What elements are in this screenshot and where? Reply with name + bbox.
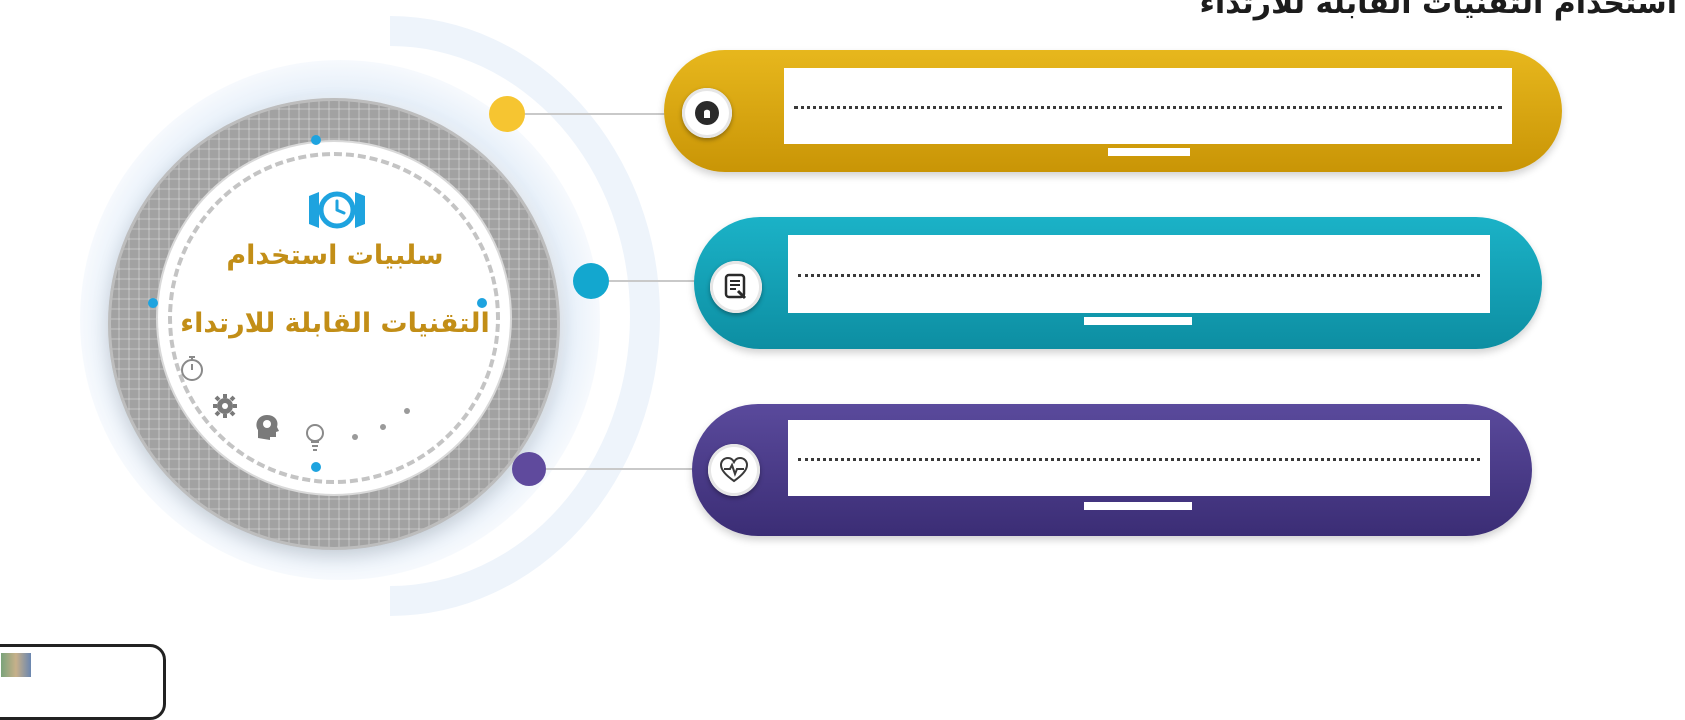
hub-node-top bbox=[311, 135, 321, 145]
decor-dot bbox=[380, 424, 386, 430]
row-3-dotted-line bbox=[798, 458, 1480, 461]
row-2-dotted-line bbox=[798, 274, 1480, 277]
heartbeat-icon bbox=[719, 456, 749, 483]
row-2-icon bbox=[710, 261, 762, 313]
row-2-answer-field[interactable] bbox=[788, 235, 1490, 313]
row-1-dotted-line bbox=[794, 106, 1502, 109]
bottom-thumbnail-widget[interactable] bbox=[0, 644, 166, 720]
row-1-bar bbox=[664, 50, 1562, 172]
hub-node-bottom bbox=[311, 462, 321, 472]
row-3-icon bbox=[708, 444, 760, 496]
lightbulb-icon bbox=[306, 424, 324, 451]
row-1-icon bbox=[682, 88, 732, 138]
row-2-dot bbox=[573, 263, 609, 299]
row-3-dot bbox=[512, 452, 546, 486]
thumbnail-image bbox=[1, 653, 31, 677]
row-1-answer-field[interactable] bbox=[784, 68, 1512, 144]
gear-icon bbox=[213, 394, 237, 418]
head-gear-icon bbox=[256, 415, 279, 440]
row-3-answer-field[interactable] bbox=[788, 420, 1490, 496]
hub-title-line2: التقنيات القابلة للارتداء bbox=[180, 308, 490, 339]
row-3-connector bbox=[546, 468, 716, 470]
mouse-icon bbox=[695, 101, 719, 125]
decor-dot bbox=[352, 434, 358, 440]
row-1-tab bbox=[1108, 148, 1190, 156]
hub-node-left bbox=[148, 298, 158, 308]
row-2-tab bbox=[1084, 317, 1192, 325]
row-1-connector bbox=[525, 113, 685, 115]
hub-title-line1: سلبيات استخدام bbox=[226, 240, 444, 271]
document-icon bbox=[724, 273, 747, 300]
decor-dot bbox=[404, 408, 410, 414]
hub-node-right bbox=[477, 298, 487, 308]
smartwatch-icon bbox=[309, 191, 365, 229]
page-heading: استخدام التقنيات القابلة للارتداء bbox=[1199, 0, 1677, 21]
row-2-bar bbox=[694, 217, 1542, 349]
row-3-tab bbox=[1084, 502, 1192, 510]
row-3-bar bbox=[692, 404, 1532, 536]
stopwatch-icon bbox=[181, 356, 203, 381]
row-1-dot bbox=[489, 96, 525, 132]
